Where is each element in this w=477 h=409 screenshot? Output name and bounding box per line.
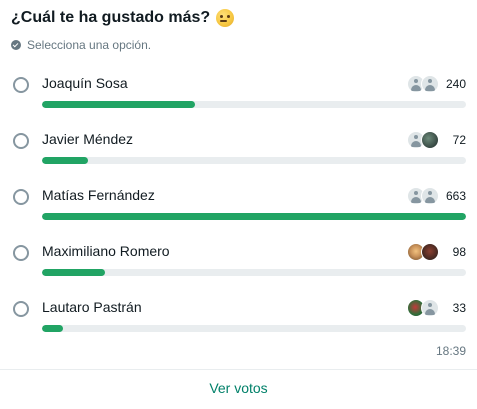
view-votes-button[interactable]: Ver votos — [0, 380, 477, 396]
vote-count: 33 — [452, 301, 466, 315]
vote-count: 240 — [445, 77, 466, 91]
option-radio[interactable] — [13, 301, 29, 317]
default-avatar-icon — [421, 187, 439, 205]
vote-progress-bar — [42, 269, 466, 276]
option-radio[interactable] — [13, 133, 29, 149]
default-avatar-icon — [421, 299, 439, 317]
vote-progress-fill — [42, 157, 89, 164]
vote-progress-fill — [42, 325, 64, 332]
vote-progress-fill — [42, 269, 105, 276]
option-label: Matías Fernández — [42, 187, 155, 203]
poll-question: ¿Cuál te ha gustado más? — [11, 9, 235, 27]
thinking-face-icon — [216, 9, 235, 27]
voter-avatars — [407, 131, 439, 149]
poll-option[interactable]: Matías Fernández 663 — [0, 187, 477, 243]
view-votes-label[interactable]: Ver votos — [209, 380, 267, 396]
poll-option[interactable]: Joaquín Sosa 240 — [0, 75, 477, 131]
vote-progress-bar — [42, 213, 466, 220]
avatar — [421, 131, 439, 149]
option-label: Lautaro Pastrán — [42, 299, 142, 315]
poll-option[interactable]: Maximiliano Romero 98 — [0, 243, 477, 299]
voter-avatars — [407, 75, 439, 93]
vote-progress-bar — [42, 101, 466, 108]
poll-option[interactable]: Lautaro Pastrán 33 — [0, 299, 477, 355]
vote-count: 663 — [445, 189, 466, 203]
voter-avatars — [407, 243, 439, 261]
poll-option[interactable]: Javier Méndez 72 — [0, 131, 477, 187]
vote-count: 98 — [452, 245, 466, 259]
check-circle-icon — [11, 40, 21, 50]
poll-question-text: ¿Cuál te ha gustado más? — [11, 9, 211, 26]
voter-avatars — [407, 299, 439, 317]
option-label: Joaquín Sosa — [42, 75, 128, 91]
option-radio[interactable] — [13, 77, 29, 93]
vote-count: 72 — [452, 133, 466, 147]
voter-avatars — [407, 187, 439, 205]
option-label: Javier Méndez — [42, 131, 134, 147]
divider — [0, 369, 477, 370]
poll-instructions: Selecciona una opción. — [11, 38, 151, 52]
option-radio[interactable] — [13, 245, 29, 261]
message-time: 18:39 — [435, 344, 466, 358]
vote-progress-bar — [42, 325, 466, 332]
avatar — [421, 243, 439, 261]
poll-message: ¿Cuál te ha gustado más? Selecciona una … — [0, 0, 477, 409]
option-radio[interactable] — [13, 189, 29, 205]
vote-progress-fill — [42, 213, 466, 220]
vote-progress-fill — [42, 101, 196, 108]
option-label: Maximiliano Romero — [42, 243, 170, 259]
poll-instructions-text: Selecciona una opción. — [27, 38, 152, 52]
vote-progress-bar — [42, 157, 466, 164]
default-avatar-icon — [421, 75, 439, 93]
